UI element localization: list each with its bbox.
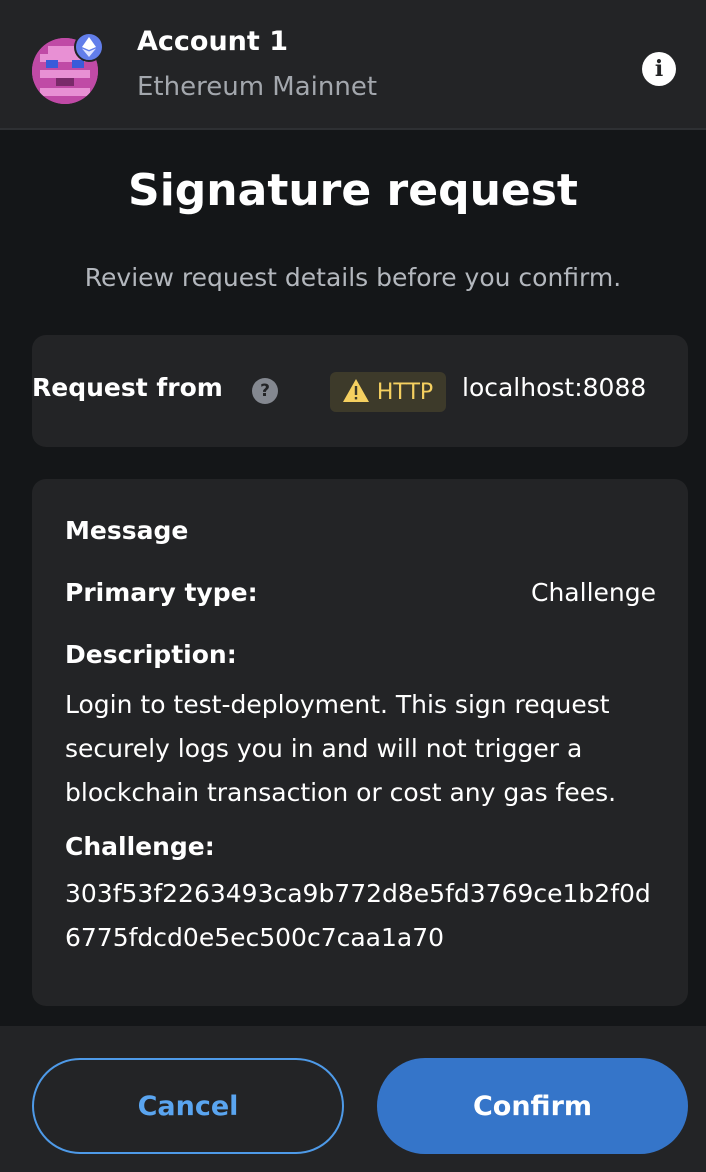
description-value: Login to test-deployment. This sign requ… — [65, 690, 617, 807]
challenge-label: Challenge: — [65, 832, 215, 861]
account-name: Account 1 — [137, 26, 288, 57]
cancel-button[interactable]: Cancel — [32, 1058, 344, 1154]
message-heading: Message — [65, 516, 189, 545]
info-icon[interactable]: i — [642, 52, 676, 86]
confirm-button[interactable]: Confirm — [377, 1058, 688, 1154]
http-warning-badge: HTTP — [330, 372, 446, 412]
network-name: Ethereum Mainnet — [137, 72, 378, 102]
request-host: localhost:8088 — [462, 373, 647, 402]
http-badge-label: HTTP — [376, 379, 434, 405]
primary-type-value: Challenge — [531, 578, 656, 607]
request-from-label: Request from — [32, 373, 223, 402]
ethereum-icon — [74, 32, 104, 62]
description-label: Description: — [65, 640, 237, 669]
page-subtitle: Review request details before you confir… — [84, 263, 622, 292]
primary-type-label: Primary type: — [65, 578, 258, 607]
page-title: Signature request — [128, 165, 578, 216]
account-header: Account 1 Ethereum Mainnet i — [0, 0, 706, 130]
challenge-value: 303f53f2263493ca9b772d8e5fd3769ce1b2f0d6… — [65, 879, 651, 952]
warning-icon — [342, 378, 369, 406]
question-icon[interactable]: ? — [252, 378, 278, 404]
